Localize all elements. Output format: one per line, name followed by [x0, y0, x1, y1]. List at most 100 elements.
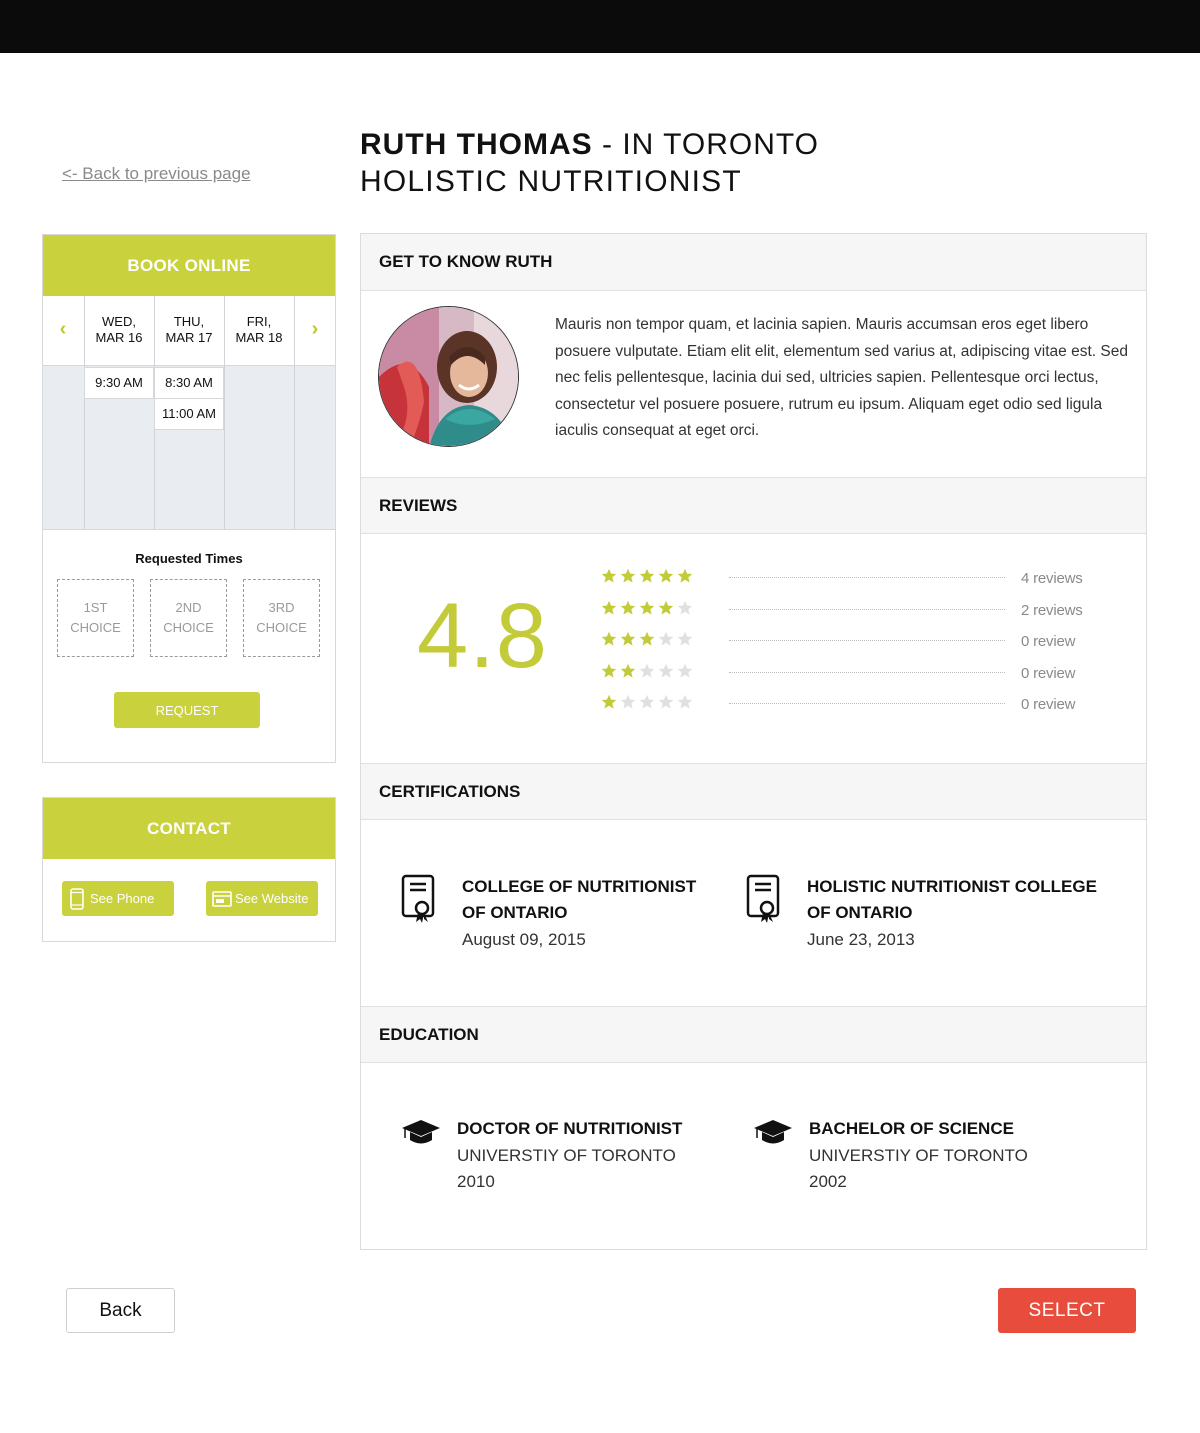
book-online-header: BOOK ONLINE — [43, 235, 335, 296]
education-school: UNIVERSTIY OF TORONTO — [457, 1145, 676, 1165]
star-empty-icon — [639, 694, 655, 709]
page-title: RUTH THOMAS - IN TORONTO HOLISTIC NUTRIT… — [360, 126, 819, 200]
get-to-know-header: GET TO KNOW RUTH — [361, 234, 1146, 291]
star-empty-icon — [658, 694, 674, 709]
prev-week-chevron-left-icon[interactable]: ‹ — [53, 318, 73, 341]
star-empty-icon — [677, 600, 693, 615]
education-year: 2002 — [809, 1172, 847, 1191]
rating-row: 2 reviews — [601, 600, 1141, 620]
back-button[interactable]: Back — [66, 1288, 175, 1333]
education-year: 2010 — [457, 1172, 495, 1191]
certification-title: HOLISTIC NUTRITIONIST COLLEGE OF ONTARIO — [807, 874, 1137, 926]
contact-header: CONTACT — [43, 798, 335, 859]
day-date: MAR 16 — [95, 330, 143, 345]
see-website-button[interactable]: See Website — [206, 881, 318, 916]
browser-window-icon — [212, 890, 232, 907]
choice-label: CHOICE — [70, 620, 121, 635]
education-school: UNIVERSTIY OF TORONTO — [809, 1145, 1028, 1165]
star-empty-icon — [658, 663, 674, 678]
review-count: 0 review — [1021, 696, 1076, 713]
star-empty-icon — [620, 694, 636, 709]
star-filled-icon — [601, 568, 617, 583]
star-empty-icon — [677, 631, 693, 646]
calendar-header: ‹ WED, MAR 16 THU, MAR 17 FRI, MAR 18 › — [43, 296, 335, 366]
certificate-icon — [746, 874, 780, 923]
star-empty-icon — [677, 694, 693, 709]
certification-date: August 09, 2015 — [462, 930, 586, 949]
request-button[interactable]: REQUEST — [114, 692, 260, 728]
see-phone-label: See Phone — [90, 891, 155, 906]
day-name: THU, — [173, 314, 205, 329]
choice-label: 1ST — [83, 600, 108, 615]
review-count: 0 review — [1021, 633, 1076, 650]
star-filled-icon — [601, 600, 617, 615]
day-name: FRI, — [246, 314, 272, 329]
third-choice-box[interactable]: 3RD CHOICE — [243, 579, 320, 657]
practitioner-location: - IN TORONTO — [592, 128, 820, 161]
certification-title: COLLEGE OF NUTRITIONIST OF ONTARIO — [462, 874, 742, 926]
profile-details: GET TO KNOW RUTH Mauris non tempor quam,… — [360, 233, 1147, 1250]
education-degree: DOCTOR OF NUTRITIONIST — [457, 1119, 683, 1138]
star-rating — [601, 568, 693, 584]
education-text: DOCTOR OF NUTRITIONIST UNIVERSTIY OF TOR… — [457, 1116, 777, 1196]
day-date: MAR 17 — [165, 330, 213, 345]
time-slot-wed-930[interactable]: 9:30 AM — [84, 367, 154, 399]
phone-icon — [70, 887, 84, 910]
choice-label: 3RD — [268, 600, 295, 615]
graduation-cap-icon — [402, 1120, 440, 1144]
star-filled-icon — [639, 568, 655, 583]
rating-row: 0 review — [601, 694, 1141, 714]
see-website-label: See Website — [235, 891, 309, 906]
time-slot-thu-1100[interactable]: 11:00 AM — [154, 398, 224, 430]
star-rating — [601, 694, 693, 710]
booking-calendar: ‹ WED, MAR 16 THU, MAR 17 FRI, MAR 18 › … — [43, 296, 335, 530]
star-filled-icon — [601, 631, 617, 646]
star-filled-icon — [601, 663, 617, 678]
select-button[interactable]: SELECT — [998, 1288, 1136, 1333]
day-name: WED, — [102, 314, 136, 329]
choice-label: CHOICE — [256, 620, 307, 635]
contact-panel: CONTACT See Phone See Website — [42, 797, 336, 942]
star-filled-icon — [658, 600, 674, 615]
average-rating: 4.8 — [417, 585, 548, 687]
certification-title-line: OF ONTARIO — [807, 903, 913, 922]
certification-title-line: COLLEGE OF NUTRITIONIST — [462, 877, 697, 896]
star-filled-icon — [620, 568, 636, 583]
star-filled-icon — [601, 694, 617, 709]
reviews-header: REVIEWS — [361, 477, 1146, 534]
book-online-panel: BOOK ONLINE ‹ WED, MAR 16 THU, MAR 17 FR… — [42, 234, 336, 763]
rating-row: 0 review — [601, 663, 1141, 683]
day-column-wed: WED, MAR 16 — [84, 296, 154, 366]
certification-date: June 23, 2013 — [807, 930, 915, 949]
certification-title-line: HOLISTIC NUTRITIONIST COLLEGE — [807, 877, 1097, 896]
star-filled-icon — [639, 631, 655, 646]
review-count: 0 review — [1021, 664, 1076, 682]
star-filled-icon — [620, 631, 636, 646]
second-choice-box[interactable]: 2ND CHOICE — [150, 579, 227, 657]
certifications-header: CERTIFICATIONS — [361, 763, 1146, 820]
star-filled-icon — [620, 600, 636, 615]
star-filled-icon — [658, 568, 674, 583]
back-to-previous-link[interactable]: <- Back to previous page — [62, 164, 251, 184]
rating-row: 0 review — [601, 631, 1141, 651]
star-rating — [601, 600, 693, 616]
star-filled-icon — [620, 663, 636, 678]
day-column-fri: FRI, MAR 18 — [224, 296, 294, 366]
star-empty-icon — [658, 631, 674, 646]
top-bar — [0, 0, 1200, 53]
review-count: 4 reviews — [1021, 570, 1083, 587]
star-empty-icon — [677, 663, 693, 678]
rating-row: 4 reviews — [601, 568, 1141, 588]
dotted-divider — [729, 671, 1005, 673]
star-filled-icon — [677, 568, 693, 583]
certification-title-line: OF ONTARIO — [462, 903, 568, 922]
education-header: EDUCATION — [361, 1006, 1146, 1063]
first-choice-box[interactable]: 1ST CHOICE — [57, 579, 134, 657]
next-week-chevron-right-icon[interactable]: › — [305, 318, 325, 341]
day-column-thu: THU, MAR 17 — [154, 296, 224, 366]
dotted-divider — [729, 703, 1005, 704]
graduation-cap-icon — [754, 1120, 792, 1144]
star-filled-icon — [639, 600, 655, 615]
time-slot-thu-830[interactable]: 8:30 AM — [154, 367, 224, 399]
see-phone-button[interactable]: See Phone — [62, 881, 174, 916]
